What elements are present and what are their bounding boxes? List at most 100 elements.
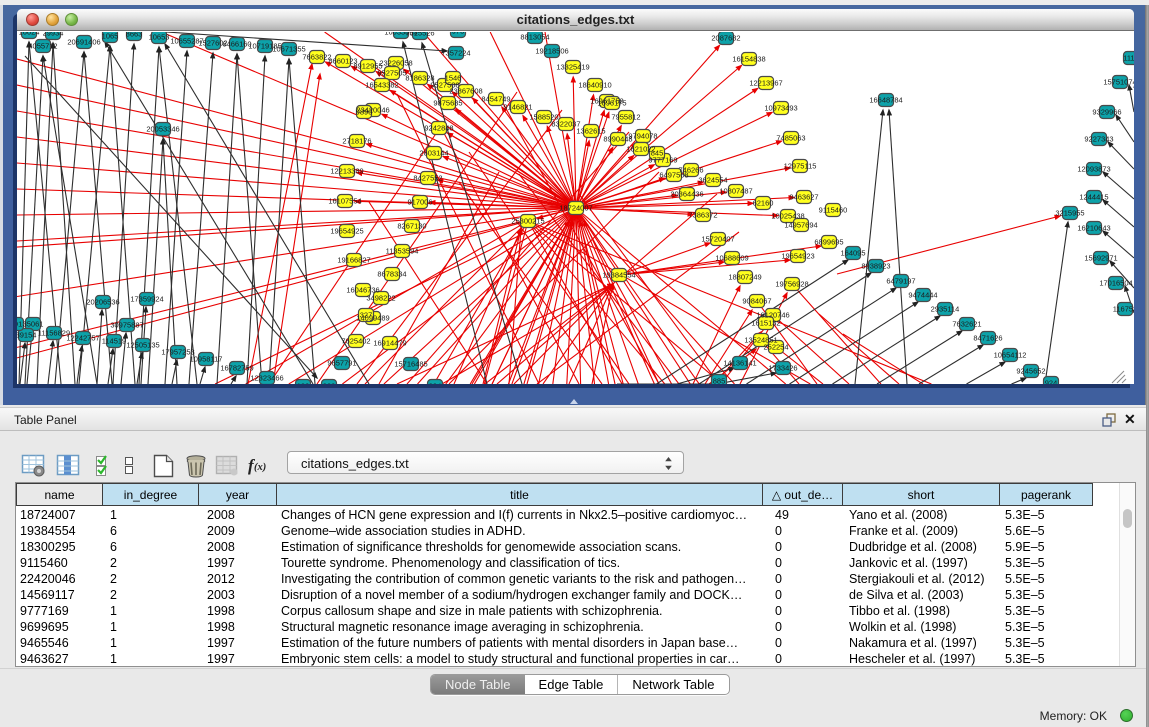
svg-text:19756928: 19756928 (775, 280, 808, 289)
svg-text:39154: 39154 (17, 331, 36, 340)
svg-text:252254: 252254 (763, 343, 788, 352)
svg-text:18724007: 18724007 (559, 204, 592, 213)
svg-text:8427552: 8427552 (413, 174, 442, 183)
svg-text:30975887: 30975887 (110, 321, 143, 330)
svg-text:18640910: 18640910 (578, 81, 611, 90)
svg-text:12323466: 12323466 (250, 374, 283, 383)
svg-text:16210643: 16210643 (1077, 224, 1110, 233)
svg-text:2718176: 2718176 (342, 137, 371, 146)
svg-text:1615132: 1615132 (751, 319, 780, 328)
svg-text:3215955: 3215955 (1055, 209, 1084, 218)
svg-text:35061: 35061 (23, 320, 44, 329)
svg-text:17359924: 17359924 (130, 295, 163, 304)
svg-text:16624: 16624 (19, 32, 40, 37)
svg-text:1065: 1065 (102, 32, 119, 41)
svg-text:9329966: 9329966 (1092, 108, 1121, 117)
svg-text:924: 924 (1045, 379, 1058, 385)
svg-text:7515526: 7515526 (405, 32, 434, 38)
svg-text:1362615: 1362615 (576, 127, 605, 136)
svg-text:10973493: 10973493 (764, 104, 797, 113)
svg-text:15720407: 15720407 (701, 235, 734, 244)
svg-text:1696175: 1696175 (597, 99, 626, 108)
svg-text:7386372: 7386372 (688, 211, 717, 220)
svg-text:17016504: 17016504 (1099, 279, 1132, 288)
svg-text:8678334: 8678334 (377, 270, 406, 279)
svg-text:968: 968 (323, 382, 336, 385)
svg-text:15692971: 15692971 (1084, 254, 1117, 263)
svg-text:12975115: 12975115 (784, 162, 817, 171)
svg-text:114519: 114519 (102, 337, 126, 346)
svg-text:1733426: 1733426 (768, 364, 797, 373)
svg-text:10025438: 10025438 (771, 212, 804, 221)
svg-text:9242848: 9242848 (424, 124, 453, 133)
svg-text:20691406: 20691406 (67, 38, 100, 47)
svg-text:9527505: 9527505 (377, 69, 406, 78)
svg-text:8471626: 8471626 (973, 334, 1002, 343)
svg-text:9463627: 9463627 (789, 193, 818, 202)
svg-text:(x): (x) (254, 462, 266, 473)
svg-text:8663: 8663 (126, 32, 143, 39)
svg-text:973: 973 (452, 32, 465, 36)
svg-text:10958117: 10958117 (190, 355, 223, 364)
svg-text:10654112: 10654112 (994, 351, 1027, 360)
svg-text:9875685: 9875685 (433, 99, 462, 108)
svg-text:10807487: 10807487 (719, 187, 752, 196)
svg-text:6899695: 6899695 (814, 238, 843, 247)
svg-text:9890: 9890 (356, 108, 373, 117)
svg-text:19384554: 19384554 (602, 271, 635, 280)
svg-text:11156829: 11156829 (38, 329, 70, 338)
svg-text:6479197: 6479197 (886, 277, 915, 286)
svg-text:8938923: 8938923 (861, 262, 890, 271)
svg-text:23226058: 23226058 (379, 59, 412, 68)
svg-text:62160: 62160 (753, 199, 774, 208)
svg-text:18807249: 18807249 (728, 273, 761, 282)
svg-text:845: 845 (651, 149, 664, 158)
svg-text:9245652: 9245652 (1016, 367, 1045, 376)
svg-text:12505135: 12505135 (126, 341, 159, 350)
svg-text:12242757: 12242757 (66, 334, 99, 343)
svg-text:16782759: 16782759 (220, 364, 253, 373)
svg-text:917006: 917006 (407, 198, 432, 207)
svg-text:9474444: 9474444 (908, 291, 937, 300)
svg-text:11353594: 11353594 (386, 247, 419, 256)
svg-text:15751074: 15751074 (1103, 78, 1134, 87)
svg-text:6466160: 6466160 (222, 40, 251, 49)
svg-text:891: 891 (17, 320, 22, 329)
svg-text:122: 122 (297, 382, 310, 385)
svg-text:10688609: 10688609 (715, 254, 748, 263)
svg-text:20364436: 20364436 (670, 190, 703, 199)
svg-text:19218506: 19218506 (535, 47, 568, 56)
svg-text:7663822: 7663822 (302, 53, 331, 62)
svg-text:8267130: 8267130 (397, 222, 426, 231)
svg-text:12093873: 12093873 (1077, 165, 1110, 174)
svg-text:14957694: 14957694 (784, 221, 817, 230)
svg-text:2603144: 2603144 (419, 149, 448, 158)
svg-text:2087682: 2087682 (711, 34, 740, 43)
svg-text:1244415: 1244415 (1079, 193, 1108, 202)
svg-text:3498222: 3498222 (366, 294, 395, 303)
svg-text:9794078: 9794078 (628, 132, 657, 141)
svg-text:16543382: 16543382 (365, 81, 398, 90)
svg-text:20206536: 20206536 (86, 298, 119, 307)
svg-text:19654923: 19654923 (781, 252, 814, 261)
svg-text:7632621: 7632621 (952, 320, 981, 329)
svg-text:327: 327 (360, 311, 373, 320)
svg-text:16154838: 16154838 (732, 55, 765, 64)
svg-text:19166827: 19166827 (337, 256, 370, 265)
svg-text:29934: 29934 (43, 32, 64, 38)
svg-text:16648784: 16648784 (869, 96, 902, 105)
svg-text:25300215: 25300215 (511, 217, 544, 226)
svg-text:12213967: 12213967 (749, 79, 782, 88)
svg-text:4055712: 4055712 (28, 42, 57, 51)
svg-text:10671355: 10671355 (272, 45, 305, 54)
svg-text:19654925: 19654925 (330, 227, 363, 236)
svg-text:15716485: 15716485 (394, 360, 427, 369)
svg-text:20053346: 20053346 (146, 125, 179, 134)
svg-text:13325419: 13325419 (556, 63, 589, 72)
svg-text:1112: 1112 (1123, 54, 1134, 63)
svg-text:9227343: 9227343 (1084, 135, 1113, 144)
svg-text:7955812: 7955812 (611, 113, 640, 122)
svg-text:1546: 1546 (445, 74, 462, 83)
svg-text:16914479: 16914479 (373, 339, 406, 348)
svg-text:2935114: 2935114 (931, 305, 960, 314)
